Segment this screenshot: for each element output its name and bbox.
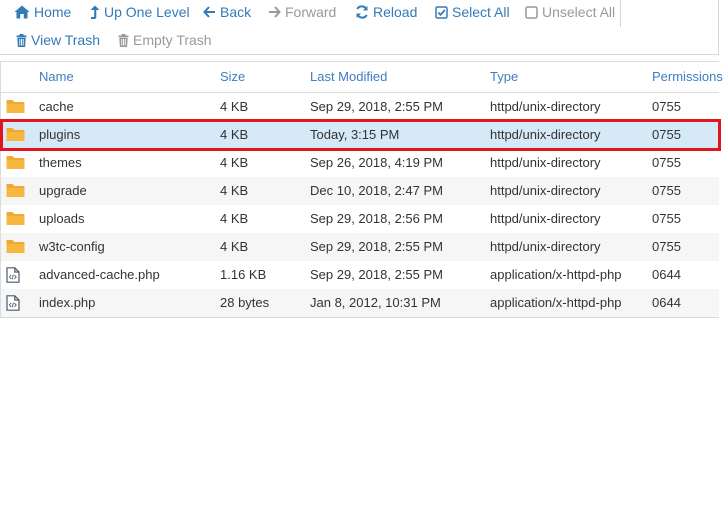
- file-row[interactable]: advanced-cache.php 1.16 KB Sep 29, 2018,…: [1, 261, 719, 289]
- file-name: advanced-cache.php: [39, 267, 160, 282]
- back-button[interactable]: Back: [203, 4, 251, 20]
- file-row[interactable]: upgrade 4 KB Dec 10, 2018, 2:47 PM httpd…: [1, 177, 719, 205]
- trash-icon: [118, 33, 129, 47]
- view-trash-label: View Trash: [31, 32, 100, 48]
- file-type: application/x-httpd-php: [490, 295, 622, 310]
- empty-trash-button[interactable]: Empty Trash: [118, 32, 212, 48]
- folder-icon: [6, 183, 26, 199]
- file-row[interactable]: uploads 4 KB Sep 29, 2018, 2:56 PM httpd…: [1, 205, 719, 233]
- arrow-right-icon: [269, 6, 281, 18]
- file-permissions: 0755: [652, 155, 681, 170]
- file-size: 1.16 KB: [220, 267, 267, 282]
- file-list-header: Name Size Last Modified Type Permissions: [1, 62, 723, 93]
- file-last-modified: Sep 26, 2018, 4:19 PM: [310, 155, 443, 170]
- file-last-modified: Sep 29, 2018, 2:55 PM: [310, 239, 443, 254]
- refresh-icon: [356, 5, 368, 19]
- arrow-left-icon: [203, 6, 215, 18]
- file-permissions: 0755: [652, 99, 681, 114]
- up-one-level-button[interactable]: Up One Level: [90, 4, 190, 20]
- checked-box-icon: [435, 5, 448, 19]
- file-name: plugins: [39, 127, 81, 142]
- file-type: httpd/unix-directory: [490, 99, 601, 114]
- back-label: Back: [220, 4, 252, 20]
- file-manager-toolbar: Home Up One Level Back Forward Reload Se…: [0, 0, 719, 55]
- column-header-last-modified[interactable]: Last Modified: [310, 62, 387, 92]
- file-name: cache: [39, 99, 74, 114]
- file-name: uploads: [39, 211, 85, 226]
- code-file-icon: [6, 295, 26, 311]
- file-type: httpd/unix-directory: [490, 155, 601, 170]
- file-type: httpd/unix-directory: [490, 211, 601, 226]
- file-row[interactable]: themes 4 KB Sep 26, 2018, 4:19 PM httpd/…: [1, 149, 719, 177]
- file-last-modified: Sep 29, 2018, 2:55 PM: [310, 99, 443, 114]
- home-icon: [14, 5, 30, 19]
- reload-label: Reload: [373, 4, 418, 20]
- view-trash-button[interactable]: View Trash: [16, 32, 100, 48]
- file-size: 4 KB: [220, 183, 249, 198]
- file-type: httpd/unix-directory: [490, 239, 601, 254]
- column-header-size[interactable]: Size: [220, 62, 245, 92]
- unselect-all-label: Unselect All: [542, 4, 616, 20]
- forward-label: Forward: [285, 4, 337, 20]
- file-last-modified: Sep 29, 2018, 2:56 PM: [310, 211, 443, 226]
- file-permissions: 0755: [652, 239, 681, 254]
- file-row[interactable]: w3tc-config 4 KB Sep 29, 2018, 2:55 PM h…: [1, 233, 719, 261]
- forward-button[interactable]: Forward: [268, 4, 336, 20]
- file-row[interactable]: cache 4 KB Sep 29, 2018, 2:55 PM httpd/u…: [1, 93, 719, 121]
- column-header-name[interactable]: Name: [39, 62, 74, 92]
- column-header-permissions[interactable]: Permissions: [652, 62, 723, 92]
- file-name: w3tc-config: [39, 239, 105, 254]
- home-label: Home: [34, 4, 72, 20]
- file-name: index.php: [39, 295, 96, 310]
- file-size: 4 KB: [220, 155, 249, 170]
- file-list: Name Size Last Modified Type Permissions…: [0, 61, 723, 318]
- file-name: upgrade: [39, 183, 87, 198]
- folder-icon: [6, 155, 26, 171]
- up-one-level-label: Up One Level: [104, 4, 190, 20]
- folder-icon: [6, 127, 26, 143]
- file-last-modified: Sep 29, 2018, 2:55 PM: [310, 267, 443, 282]
- select-all-button[interactable]: Select All: [435, 4, 510, 20]
- level-up-icon: [90, 5, 100, 19]
- folder-icon: [6, 99, 26, 115]
- code-file-icon: [6, 267, 26, 283]
- file-permissions: 0755: [652, 211, 681, 226]
- file-size: 4 KB: [220, 127, 249, 142]
- folder-icon: [6, 239, 26, 255]
- toolbar-divider: [620, 0, 621, 27]
- file-row[interactable]: index.php 28 bytes Jan 8, 2012, 10:31 PM…: [1, 289, 719, 317]
- trash-icon: [16, 33, 27, 47]
- file-rows: cache 4 KB Sep 29, 2018, 2:55 PM httpd/u…: [1, 93, 719, 317]
- unselect-all-button[interactable]: Unselect All: [525, 4, 615, 20]
- file-size: 4 KB: [220, 239, 249, 254]
- file-last-modified: Dec 10, 2018, 2:47 PM: [310, 183, 443, 198]
- file-name: themes: [39, 155, 82, 170]
- file-type: application/x-httpd-php: [490, 267, 622, 282]
- file-type: httpd/unix-directory: [490, 127, 601, 142]
- empty-checkbox-icon: [525, 5, 538, 19]
- file-row[interactable]: plugins 4 KB Today, 3:15 PM httpd/unix-d…: [1, 121, 719, 149]
- file-last-modified: Today, 3:15 PM: [310, 127, 400, 142]
- folder-icon: [6, 211, 26, 227]
- file-size: 28 bytes: [220, 295, 270, 310]
- file-permissions: 0644: [652, 295, 681, 310]
- select-all-label: Select All: [452, 4, 510, 20]
- file-last-modified: Jan 8, 2012, 10:31 PM: [310, 295, 441, 310]
- file-permissions: 0755: [652, 183, 681, 198]
- reload-button[interactable]: Reload: [355, 4, 417, 20]
- file-type: httpd/unix-directory: [490, 183, 601, 198]
- home-button[interactable]: Home: [14, 4, 71, 20]
- column-header-type[interactable]: Type: [490, 62, 518, 92]
- file-permissions: 0755: [652, 127, 681, 142]
- file-size: 4 KB: [220, 211, 249, 226]
- empty-trash-label: Empty Trash: [133, 32, 212, 48]
- file-size: 4 KB: [220, 99, 249, 114]
- file-permissions: 0644: [652, 267, 681, 282]
